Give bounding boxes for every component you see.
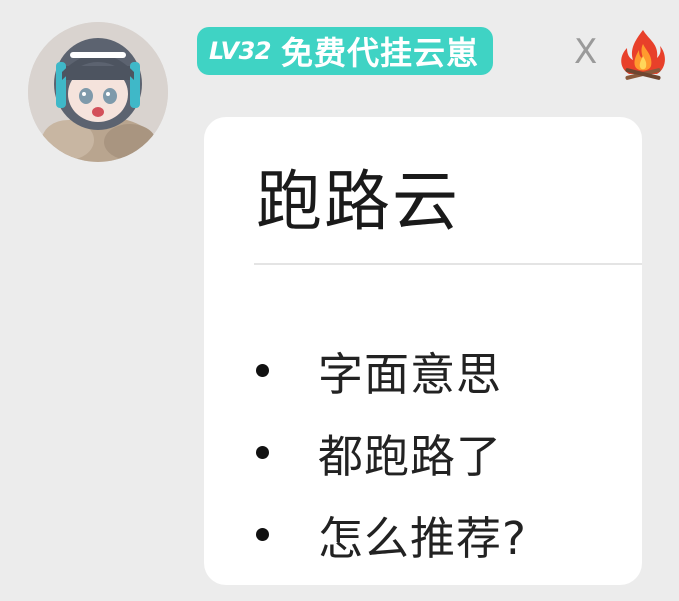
chat-message: LV32 免费代挂云崽 X 跑路云 字面意思 都跑路了 怎么推荐? [0,0,679,601]
sender-name: 免费代挂云崽 [280,34,479,72]
sender-title-badge[interactable]: LV32 免费代挂云崽 [197,27,493,75]
separator-x: X [574,32,598,72]
avatar-image [28,22,168,162]
heading-divider [254,263,642,265]
level-label: LV32 [209,37,271,65]
message-heading: 跑路云 [256,163,460,240]
avatar[interactable] [28,22,168,162]
bullet-icon [256,527,269,541]
message-list: 字面意思 都跑路了 怎么推荐? [256,329,527,575]
bullet-icon [256,445,269,459]
list-item-text: 怎么推荐? [318,511,527,565]
list-item: 怎么推荐? [256,493,527,575]
list-item: 都跑路了 [256,411,527,493]
message-card[interactable]: 跑路云 字面意思 都跑路了 怎么推荐? [204,117,642,585]
list-item-text: 字面意思 [318,347,503,401]
list-item: 字面意思 [256,329,527,411]
fire-icon [615,26,671,80]
list-item-text: 都跑路了 [318,429,503,483]
bullet-icon [256,363,269,377]
